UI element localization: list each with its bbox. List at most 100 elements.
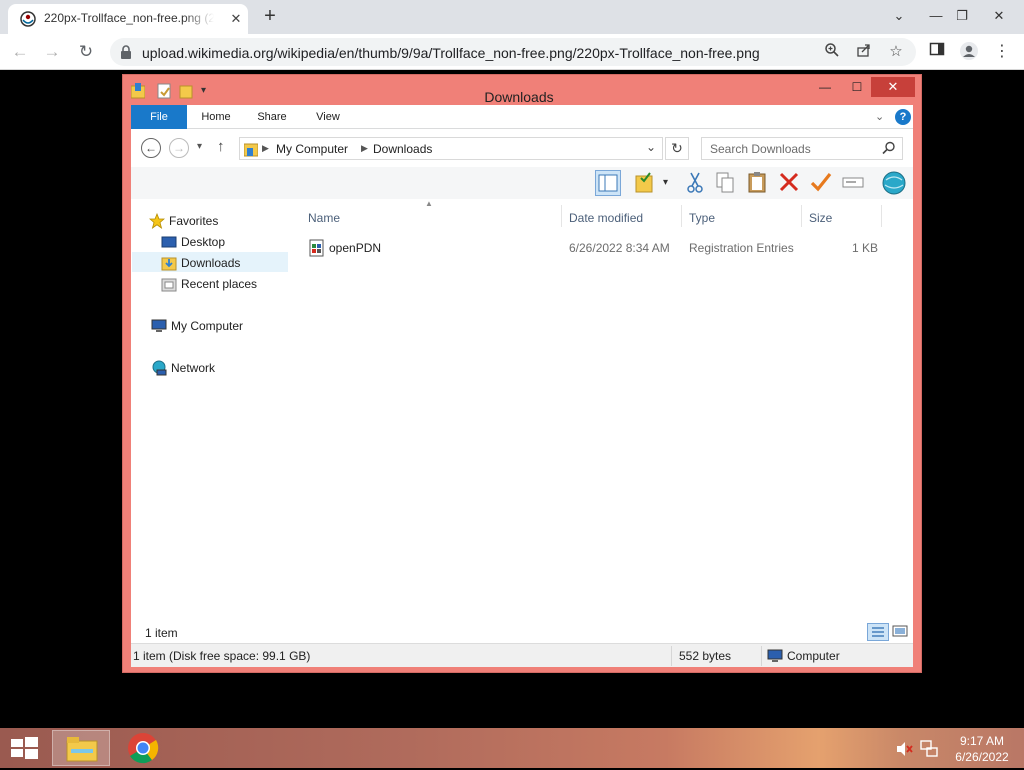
column-separator[interactable] [881, 205, 882, 227]
checkbox-folder-icon[interactable] [633, 170, 659, 196]
search-input[interactable]: Search Downloads [701, 137, 903, 160]
registry-file-icon [309, 239, 325, 260]
sidebar-item-network[interactable]: Network [151, 358, 281, 378]
address-bar[interactable]: upload.wikimedia.org/wikipedia/en/thumb/… [110, 38, 916, 66]
details-view-icon[interactable] [867, 623, 889, 641]
large-icons-view-icon[interactable] [891, 623, 911, 641]
explorer-back-icon[interactable]: ← [141, 138, 161, 158]
column-header-size[interactable]: Size [809, 211, 832, 225]
item-count-bar: 1 item [131, 619, 913, 643]
explorer-address-bar[interactable]: ▶ My Computer ▶ Downloads ⌄ [239, 137, 663, 160]
explorer-forward-icon[interactable]: → [169, 138, 189, 158]
sidebar-label: Recent places [181, 277, 258, 291]
taskbar-file-explorer[interactable] [52, 730, 110, 766]
preview-pane-icon[interactable] [595, 170, 621, 196]
view-dropdown-icon[interactable]: ▾ [663, 177, 668, 188]
bookmark-star-icon[interactable]: ☆ [886, 42, 906, 62]
file-name: openPDN [329, 241, 382, 255]
selection-size: 552 bytes [679, 649, 732, 663]
sidebar-label: Network [171, 361, 216, 375]
browser-tab[interactable]: 220px-Trollface_non-free.png (220× ✕ [8, 4, 248, 34]
sidebar-item-downloads[interactable]: Downloads [132, 252, 288, 272]
recent-places-icon [161, 276, 177, 292]
search-icon [882, 141, 896, 158]
column-separator[interactable] [561, 205, 562, 227]
wikimedia-favicon-icon [20, 11, 36, 27]
sidebar-item-desktop[interactable]: Desktop [161, 232, 281, 252]
explorer-close-icon[interactable]: ✕ [871, 77, 915, 97]
browser-toolbar: ← → ↻ upload.wikimedia.org/wikipedia/en/… [0, 34, 1024, 70]
tab-strip: 220px-Trollface_non-free.png (220× ✕ + ⌄… [0, 0, 1024, 34]
address-folder-icon [243, 141, 259, 160]
globe-icon[interactable] [881, 170, 907, 196]
copy-icon[interactable] [713, 170, 739, 196]
file-type: Registration Entries [689, 241, 794, 255]
breadcrumb-chevron-icon: ▶ [262, 143, 269, 153]
sidebar-item-favorites[interactable]: Favorites [148, 211, 279, 231]
sidebar-item-my-computer[interactable]: My Computer [151, 316, 281, 336]
paste-icon[interactable] [745, 170, 771, 196]
explorer-body: File Home Share View ⌄ ? ← → ▾ ↑ ▶ My Co… [131, 105, 913, 667]
reload-icon[interactable]: ↻ [74, 40, 98, 64]
help-icon[interactable]: ? [895, 109, 911, 125]
status-computer-label: Computer [787, 649, 840, 663]
address-dropdown-icon[interactable]: ⌄ [646, 140, 656, 154]
sort-indicator-icon: ▲ [425, 199, 433, 208]
sidebar-label: Desktop [181, 235, 226, 249]
desktop-icon [161, 234, 177, 250]
forward-arrow-icon[interactable]: → [40, 40, 64, 64]
back-arrow-icon[interactable]: ← [8, 40, 32, 64]
tab-close-icon[interactable]: ✕ [228, 11, 244, 27]
explorer-maximize-icon[interactable]: ☐ [841, 77, 873, 97]
url-text: upload.wikimedia.org/wikipedia/en/thumb/… [142, 45, 760, 61]
rename-icon[interactable] [841, 170, 867, 196]
clock[interactable]: 9:17 AM 6/26/2022 [944, 728, 1020, 768]
tab-share[interactable]: Share [249, 105, 295, 129]
sidebar-item-recent-places[interactable]: Recent places [161, 274, 287, 294]
share-icon[interactable] [854, 42, 874, 62]
delete-icon[interactable] [777, 170, 803, 196]
taskbar: 9:17 AM 6/26/2022 [0, 728, 1024, 768]
cut-icon[interactable] [683, 170, 709, 196]
column-separator[interactable] [681, 205, 682, 227]
tab-home[interactable]: Home [193, 105, 239, 129]
column-separator[interactable] [801, 205, 802, 227]
tab-search-chevron-icon[interactable]: ⌄ [885, 4, 913, 28]
navigation-pane: Favorites Desktop Downloads Recent place… [131, 199, 291, 619]
ribbon-expand-icon[interactable]: ⌄ [875, 110, 884, 123]
tab-file[interactable]: File [131, 105, 187, 129]
column-header-type[interactable]: Type [689, 211, 715, 225]
tab-view[interactable]: View [305, 105, 351, 129]
up-folder-icon[interactable]: ↑ [217, 138, 225, 155]
column-header-name[interactable]: Name [308, 211, 340, 225]
status-computer-icon [767, 648, 783, 667]
sidebar-label: Downloads [181, 256, 241, 270]
volume-muted-icon[interactable] [896, 741, 914, 757]
new-tab-button[interactable]: + [259, 6, 281, 28]
zoom-icon[interactable] [822, 42, 842, 62]
refresh-icon[interactable]: ↻ [665, 137, 689, 160]
status-bar: 1 item (Disk free space: 99.1 GB) 552 by… [131, 643, 913, 667]
menu-dots-icon[interactable]: ⋮ [991, 41, 1013, 63]
explorer-minimize-icon[interactable]: — [811, 77, 839, 97]
checkmark-icon[interactable] [809, 170, 835, 196]
star-icon [148, 212, 166, 229]
window-title: Downloads [484, 89, 554, 105]
close-window-icon[interactable]: ✕ [985, 4, 1013, 28]
column-header-date[interactable]: Date modified [569, 211, 643, 225]
ribbon-tabs: File Home Share View ⌄ ? [131, 105, 913, 129]
side-panel-icon[interactable] [926, 41, 948, 63]
restore-icon[interactable]: ❐ [948, 4, 976, 28]
minimize-icon[interactable]: — [922, 4, 950, 28]
taskbar-chrome[interactable] [114, 730, 172, 766]
recent-locations-icon[interactable]: ▾ [197, 141, 202, 152]
network-icon [151, 360, 167, 376]
computer-icon [151, 318, 167, 334]
breadcrumb-my-computer[interactable]: My Computer [276, 142, 348, 156]
tab-title: 220px-Trollface_non-free.png (220× [44, 11, 214, 25]
start-button[interactable] [0, 730, 48, 766]
breadcrumb-downloads[interactable]: Downloads [373, 142, 432, 156]
profile-icon[interactable] [958, 41, 980, 63]
sidebar-label: My Computer [171, 319, 244, 333]
network-tray-icon[interactable] [920, 740, 938, 758]
